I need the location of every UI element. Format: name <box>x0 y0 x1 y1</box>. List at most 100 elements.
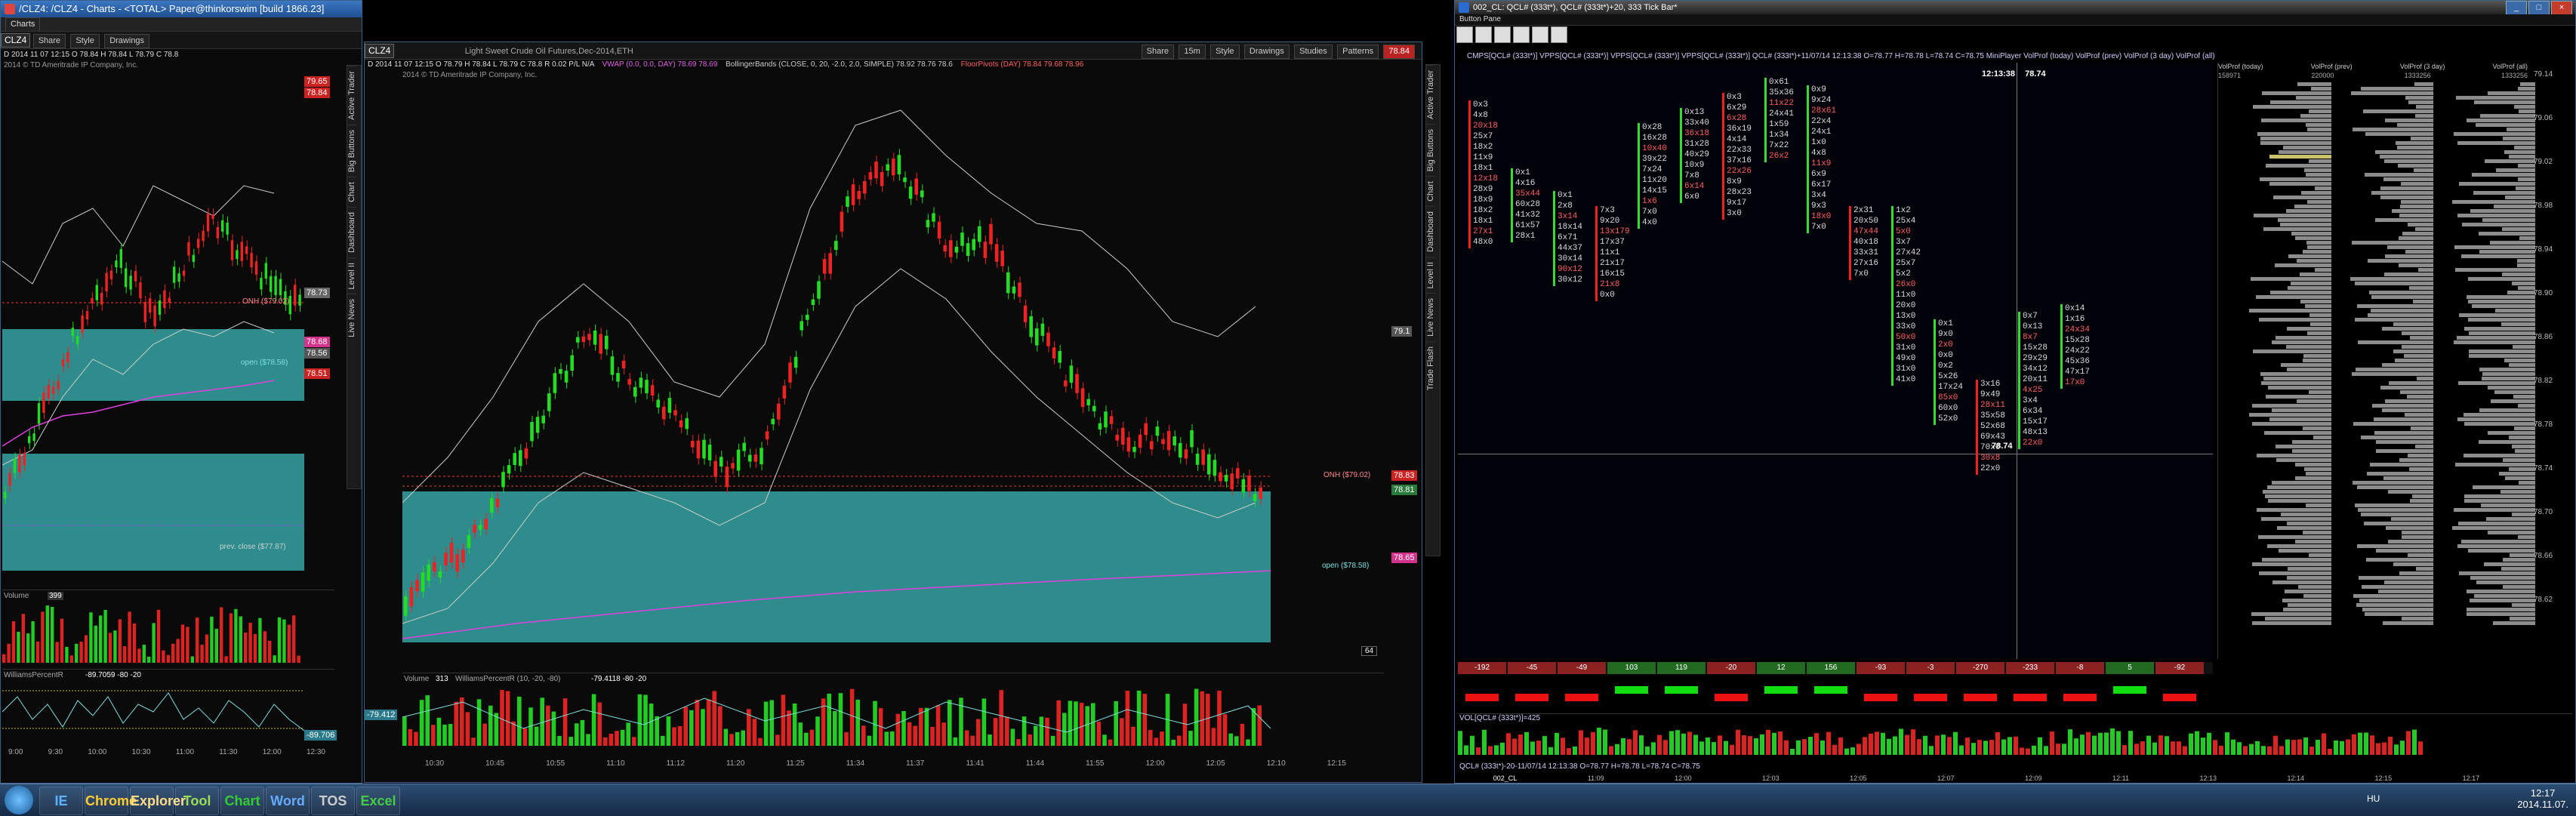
left-tab-bar: Charts <box>1 17 362 32</box>
volume-bar <box>414 731 418 746</box>
footprint-cell: 2x8 <box>1558 202 1573 211</box>
delta-cell: -192 <box>1458 662 1506 674</box>
left-price-chart[interactable] <box>2 72 340 586</box>
side-tab-chart[interactable]: Chart <box>1426 176 1435 206</box>
mid-studies-button[interactable]: Studies <box>1294 45 1333 59</box>
candle <box>85 311 89 320</box>
footprint-cell: 30x8 <box>1980 454 2001 463</box>
candle <box>903 177 907 183</box>
left-style-button[interactable]: Style <box>70 34 100 48</box>
mid-share-button[interactable]: Share <box>1141 45 1174 59</box>
side-tab-dashboard[interactable]: Dashboard <box>1426 205 1435 257</box>
candle <box>621 360 626 368</box>
side-tab[interactable]: Dashboard <box>347 206 356 257</box>
volume-profile-bar <box>2381 327 2433 331</box>
footprint-cell: 21x8 <box>1600 280 1620 289</box>
side-tab[interactable]: Level II <box>347 257 356 294</box>
volume-profile-bar <box>2291 440 2331 444</box>
draw-icon[interactable] <box>1551 26 1567 43</box>
start-button[interactable] <box>5 786 33 814</box>
mid-price-chart[interactable] <box>402 80 1301 699</box>
mid-x-label: 11:20 <box>726 759 745 768</box>
cursor-icon[interactable] <box>1456 26 1473 43</box>
settings-icon[interactable] <box>1513 26 1530 43</box>
taskbar-explorer-icon[interactable]: Explorer <box>130 787 186 815</box>
right-title-bar[interactable]: 002_CL: QCL# (333t*), QCL# (333t*)+20, 3… <box>1455 1 2575 14</box>
side-tab-level2[interactable]: Level II <box>1426 256 1435 294</box>
candle <box>989 223 993 245</box>
footprint-area[interactable]: 12:13:38 78.74 78.74 0x3 4x8 20x18 25x7 18x2… <box>1458 63 2213 659</box>
mid-symbol-box[interactable]: CLZ4 <box>365 44 395 58</box>
volume-bar <box>2128 731 2133 755</box>
footprint-cell: 31x28 <box>1684 140 1710 149</box>
footprint-cell: 4x14 <box>1727 135 1747 144</box>
mid-patterns-button[interactable]: Patterns <box>1337 45 1379 59</box>
volume-bar <box>436 717 442 746</box>
taskbar-tool-icon[interactable]: Tool <box>175 787 219 815</box>
taskbar-excel-icon[interactable]: Excel <box>356 787 400 815</box>
language-indicator[interactable]: HU <box>2367 793 2380 804</box>
volume-bar <box>2183 746 2187 755</box>
candle <box>211 214 214 220</box>
side-tab-active-trader[interactable]: Active Trader <box>1426 65 1435 124</box>
volume-profile-bar <box>2304 467 2331 471</box>
mid-pivots: FloorPivots (DAY) 78.84 79.68 78.96 <box>960 60 1084 69</box>
charts-tab[interactable]: Charts <box>5 17 41 31</box>
side-tab-big-buttons[interactable]: Big Buttons <box>1426 123 1435 177</box>
side-tab[interactable]: Active Trader <box>347 66 356 125</box>
left-symbol-box[interactable]: CLZ4 <box>1 33 31 48</box>
volume-profile-bar <box>2251 612 2331 616</box>
mid-style-button[interactable]: Style <box>1210 45 1240 59</box>
side-tab-live-news[interactable]: Live News <box>1426 293 1435 342</box>
footprint-cell: 90x12 <box>1558 265 1583 274</box>
candle <box>656 399 660 408</box>
footprint-cell: 18x2 <box>1473 143 1493 152</box>
footprint-cell: 6x34 <box>2023 407 2043 416</box>
footprint-cell: 13x0 <box>1896 312 1916 321</box>
volume-bar <box>2001 739 2006 755</box>
minimize-button[interactable]: _ <box>2506 1 2527 14</box>
taskbar-ie-icon[interactable]: IE <box>39 787 83 815</box>
volume-profile-bar <box>2394 359 2433 362</box>
volume-bar <box>569 737 573 746</box>
zoom-icon[interactable] <box>1494 26 1511 43</box>
close-button[interactable]: × <box>2551 1 2572 14</box>
volume-profile-bar <box>2271 481 2331 485</box>
footprint-cell: 24x22 <box>2065 346 2091 356</box>
side-tab[interactable]: Live News <box>347 294 356 343</box>
taskbar-chrome-icon[interactable]: Chrome <box>85 787 137 815</box>
candle <box>134 270 137 282</box>
crosshair-icon[interactable] <box>1475 26 1492 43</box>
taskbar-tos-icon[interactable]: TOS <box>311 787 355 815</box>
candle <box>760 448 763 464</box>
volume-bar <box>723 728 729 746</box>
candle <box>593 330 597 345</box>
footprint-cell: 3x14 <box>1558 212 1578 221</box>
footprint-cell: 17x24 <box>1938 383 1964 392</box>
mid-aggregation-button[interactable]: 15m <box>1179 45 1206 59</box>
mid-toolbar-buttons: Share 15m Style Drawings Studies Pattern… <box>1141 42 1417 59</box>
maximize-button[interactable]: □ <box>2528 1 2550 14</box>
left-title-bar[interactable]: /CLZ4: /CLZ4 - Charts - <TOTAL> Paper@th… <box>1 1 362 17</box>
candle <box>173 266 176 283</box>
price-axis-label: 78.74 <box>2534 464 2553 473</box>
mid-volume-label: Volume <box>404 675 430 683</box>
footprint-range-bar <box>1722 93 1724 220</box>
mid-drawings-button[interactable]: Drawings <box>1243 45 1290 59</box>
left-x-label: 9:00 <box>8 748 23 756</box>
volume-bar <box>546 705 550 746</box>
button-pane-label[interactable]: Button Pane <box>1459 15 1501 23</box>
system-clock[interactable]: 12:17 2014.11.07. <box>2517 787 2568 810</box>
pan-icon[interactable] <box>1532 26 1548 43</box>
taskbar-word-icon[interactable]: Word <box>266 787 310 815</box>
footprint-cell: 39x22 <box>1642 155 1668 164</box>
side-tab-trade-flash[interactable]: Trade Flash <box>1426 341 1435 396</box>
left-toolbar: CLZ4 Share Style Drawings <box>1 32 362 49</box>
left-share-button[interactable]: Share <box>32 34 66 48</box>
taskbar-chart-icon[interactable]: Chart <box>220 787 264 815</box>
side-tab[interactable]: Chart <box>347 177 356 207</box>
side-tab[interactable]: Big Buttons <box>347 124 356 177</box>
left-drawings-button[interactable]: Drawings <box>104 34 150 48</box>
app-icon <box>5 4 15 14</box>
footprint-cell: 14x15 <box>1642 186 1668 196</box>
